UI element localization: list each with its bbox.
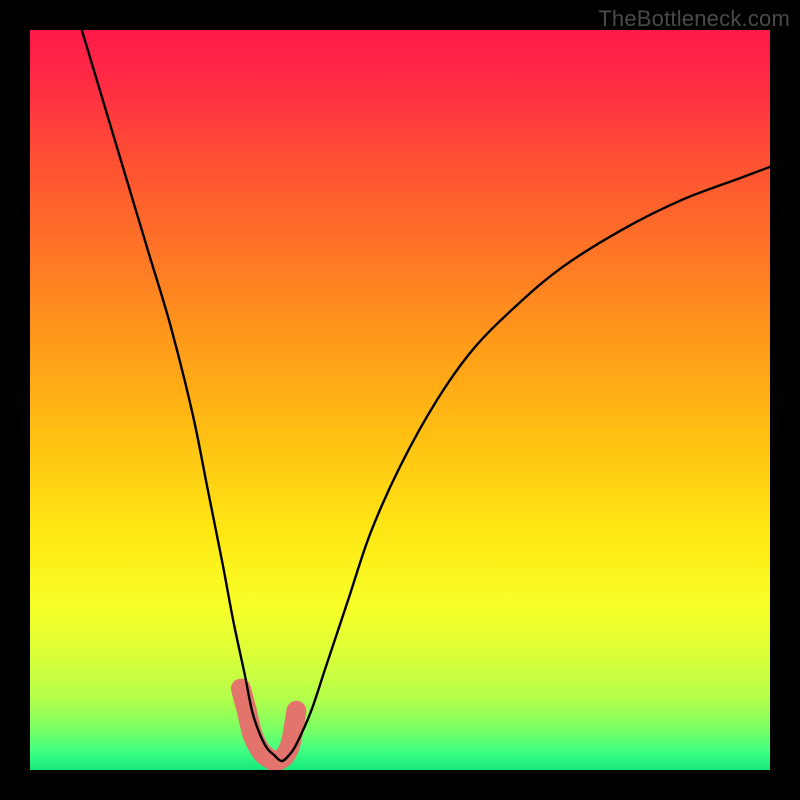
watermark-label: TheBottleneck.com	[598, 6, 790, 32]
chart-frame: TheBottleneck.com	[0, 0, 800, 800]
gradient-background	[30, 30, 770, 770]
bottleneck-plot	[30, 30, 770, 770]
